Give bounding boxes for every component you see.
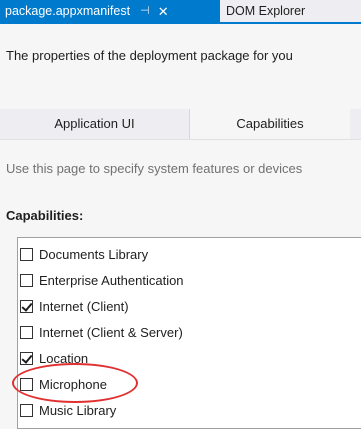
capability-item-documents-library[interactable]: Documents Library <box>18 241 358 267</box>
checkbox[interactable] <box>20 403 33 417</box>
pivot-tabs: Application UI Capabilities <box>0 109 361 139</box>
pivot-divider <box>0 139 361 140</box>
capability-label: Location <box>39 350 89 366</box>
page-description: The properties of the deployment package… <box>6 48 293 63</box>
pin-icon[interactable]: ⊣ <box>140 5 150 17</box>
tab-label: package.appxmanifest <box>5 4 131 18</box>
checkbox[interactable] <box>20 273 33 287</box>
tab-label: DOM Explorer <box>226 4 306 18</box>
tab-dom-explorer[interactable]: DOM Explorer <box>220 0 361 22</box>
tab-capabilities[interactable]: Capabilities <box>190 109 350 139</box>
capability-item-enterprise-authentication[interactable]: Enterprise Authentication <box>18 267 358 293</box>
capability-label: Music Library <box>39 402 117 418</box>
capability-label: Microphone <box>39 376 107 392</box>
checkbox[interactable] <box>20 351 33 365</box>
checkbox[interactable] <box>20 247 33 261</box>
capability-item-internet-client-server[interactable]: Internet (Client & Server) <box>18 319 358 345</box>
capability-item-location[interactable]: Location <box>18 345 358 371</box>
page-hint: Use this page to specify system features… <box>6 161 303 176</box>
pivot-filler <box>350 109 361 139</box>
capability-label: Internet (Client) <box>39 298 129 314</box>
document-tab-bar: package.appxmanifest ⊣ ✕ DOM Explorer <box>0 0 361 24</box>
close-icon[interactable]: ✕ <box>158 5 169 18</box>
capability-label: Internet (Client & Server) <box>39 324 183 340</box>
capability-label: Enterprise Authentication <box>39 272 184 288</box>
checkbox[interactable] <box>20 299 33 313</box>
capabilities-heading: Capabilities: <box>6 208 84 223</box>
capability-item-music-library[interactable]: Music Library <box>18 397 358 423</box>
capability-label: Documents Library <box>39 246 149 262</box>
checkbox[interactable] <box>20 377 33 391</box>
tab-package-appxmanifest[interactable]: package.appxmanifest ⊣ ✕ <box>0 0 220 22</box>
tab-application-ui[interactable]: Application UI <box>0 109 190 139</box>
capability-item-internet-client[interactable]: Internet (Client) <box>18 293 358 319</box>
capability-item-microphone[interactable]: Microphone <box>18 371 358 397</box>
manifest-designer: The properties of the deployment package… <box>0 24 361 429</box>
checkbox[interactable] <box>20 325 33 339</box>
capabilities-list[interactable]: Documents Library Enterprise Authenticat… <box>17 237 361 429</box>
